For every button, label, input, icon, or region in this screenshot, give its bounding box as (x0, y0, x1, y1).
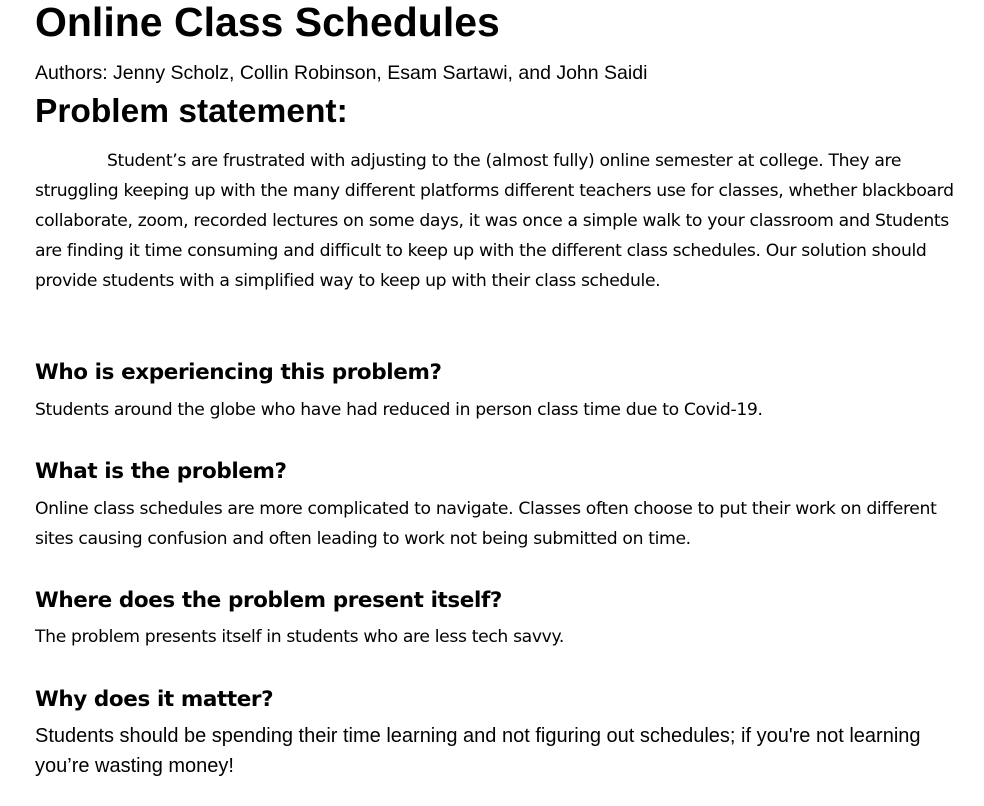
why-answer: Students should be spending their time l… (35, 725, 921, 777)
what-heading: What is the problem? (35, 459, 287, 484)
problem-statement-paragraph: Student’s are frustrated with adjusting … (35, 151, 954, 291)
where-answer: The problem presents itself in students … (35, 627, 564, 647)
what-answer: Online class schedules are more complica… (35, 499, 937, 549)
who-answer: Students around the globe who have had r… (35, 400, 763, 420)
where-heading: Where does the problem present itself? (35, 588, 502, 613)
who-heading: Who is experiencing this problem? (35, 360, 442, 385)
document-title: Online Class Schedules (35, 0, 500, 45)
problem-statement-heading: Problem statement: (35, 93, 348, 130)
why-heading: Why does it matter? (35, 687, 274, 712)
authors-line: Authors: Jenny Scholz, Collin Robinson, … (35, 62, 648, 84)
